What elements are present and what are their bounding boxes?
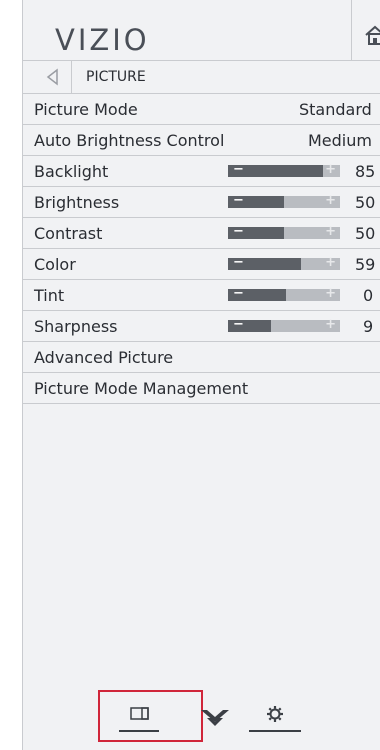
row-label: Contrast xyxy=(34,224,103,243)
color-slider[interactable]: − + xyxy=(228,255,340,270)
picture-icon xyxy=(130,707,149,720)
tab-more[interactable] xyxy=(199,708,231,736)
plus-icon: + xyxy=(325,255,336,270)
row-label: Backlight xyxy=(34,162,109,181)
home-button[interactable] xyxy=(351,0,380,60)
breadcrumb-title: PICTURE xyxy=(86,69,146,85)
row-label: Auto Brightness Control xyxy=(34,131,225,150)
row-value: 0 xyxy=(363,286,374,305)
menu-row-backlight[interactable]: Backlight − + 85 xyxy=(23,156,380,187)
plus-icon: + xyxy=(325,162,336,177)
menu-row-advanced-picture[interactable]: Advanced Picture xyxy=(23,342,380,373)
menu-row-picture-mode[interactable]: Picture Mode Standard xyxy=(23,94,380,125)
row-value: 85 xyxy=(355,162,376,181)
menu-row-brightness[interactable]: Brightness − + 50 xyxy=(23,187,380,218)
menu-row-color[interactable]: Color − + 59 xyxy=(23,249,380,280)
row-value: 9 xyxy=(363,317,374,336)
brightness-slider[interactable]: − + xyxy=(228,193,340,208)
menu-row-sharpness[interactable]: Sharpness − + 9 xyxy=(23,311,380,342)
tab-underline xyxy=(249,730,301,732)
minus-icon: − xyxy=(233,193,244,208)
row-label: Color xyxy=(34,255,76,274)
menu-tab-bar xyxy=(23,690,380,750)
row-value: Standard xyxy=(299,100,372,119)
breadcrumb: PICTURE xyxy=(23,61,380,94)
tab-settings[interactable] xyxy=(249,704,301,732)
backlight-slider[interactable]: − + xyxy=(228,162,340,177)
menu-row-picture-mode-management[interactable]: Picture Mode Management xyxy=(23,373,380,404)
tab-picture[interactable] xyxy=(119,704,159,732)
home-icon xyxy=(365,25,380,45)
breadcrumb-divider xyxy=(71,61,72,93)
sharpness-slider[interactable]: − + xyxy=(228,317,340,332)
minus-icon: − xyxy=(233,255,244,270)
minus-icon: − xyxy=(233,162,244,177)
minus-icon: − xyxy=(233,317,244,332)
picture-menu-panel: VIZIO PICTURE Picture Mode Standard Auto… xyxy=(22,0,380,750)
vizio-logo: VIZIO xyxy=(55,23,150,57)
row-value: 59 xyxy=(355,255,376,274)
gear-icon xyxy=(267,706,283,722)
plus-icon: + xyxy=(325,317,336,332)
row-label: Brightness xyxy=(34,193,120,212)
chevron-down-icon xyxy=(201,710,229,726)
minus-icon: − xyxy=(233,286,244,301)
contrast-slider[interactable]: − + xyxy=(228,224,340,239)
row-label: Sharpness xyxy=(34,317,118,336)
plus-icon: + xyxy=(325,286,336,301)
row-label: Tint xyxy=(34,286,65,305)
row-label: Picture Mode xyxy=(34,100,138,119)
plus-icon: + xyxy=(325,224,336,239)
row-value: Medium xyxy=(308,131,372,150)
tab-underline xyxy=(119,730,159,732)
menu-row-contrast[interactable]: Contrast − + 50 xyxy=(23,218,380,249)
row-value: 50 xyxy=(355,224,376,243)
menu-row-auto-brightness-control[interactable]: Auto Brightness Control Medium xyxy=(23,125,380,156)
menu-row-tint[interactable]: Tint − + 0 xyxy=(23,280,380,311)
plus-icon: + xyxy=(325,193,336,208)
row-label: Picture Mode Management xyxy=(34,379,249,398)
row-value: 50 xyxy=(355,193,376,212)
minus-icon: − xyxy=(233,224,244,239)
row-label: Advanced Picture xyxy=(34,348,174,367)
back-arrow-icon[interactable] xyxy=(45,68,59,86)
menu-header: VIZIO xyxy=(23,0,380,61)
tint-slider[interactable]: − + xyxy=(228,286,340,301)
